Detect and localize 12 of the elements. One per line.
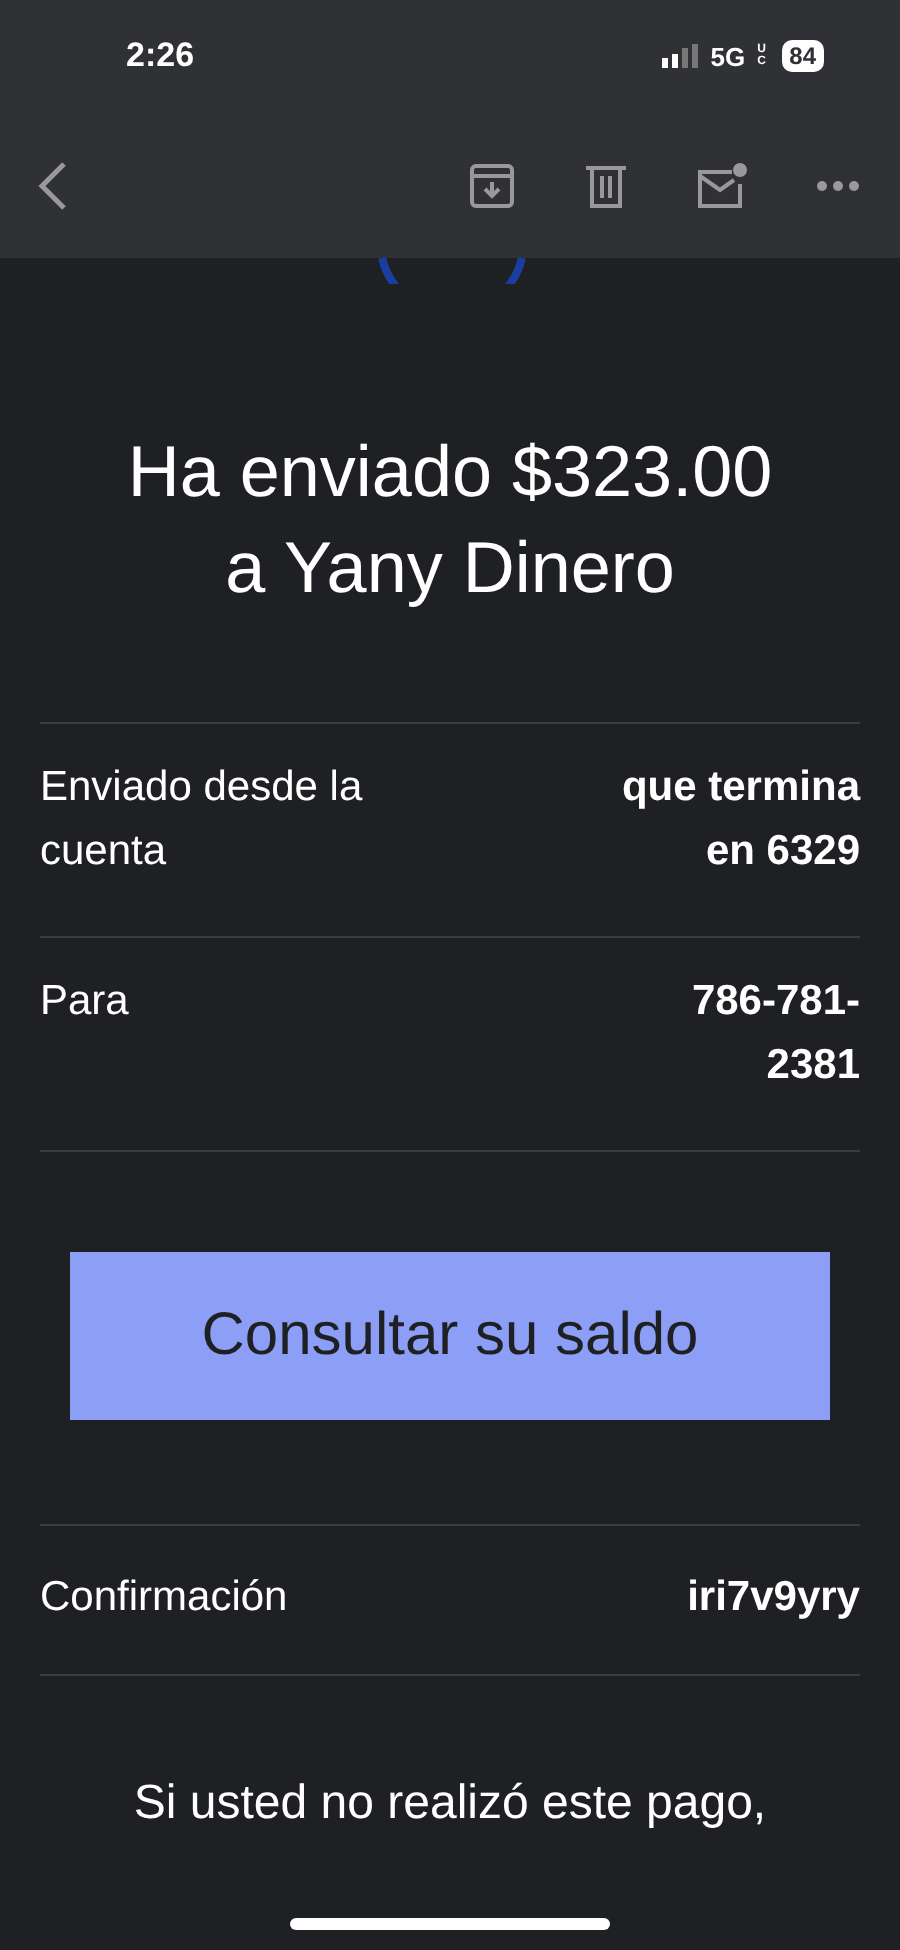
- detail-value: que termina en 6329: [619, 762, 860, 878]
- detail-label: Para: [40, 976, 129, 1028]
- detail-label: Enviado desde la cuenta: [40, 762, 365, 878]
- footer-text: Si usted no realizó este pago,: [131, 1776, 769, 1832]
- battery-level: 84: [781, 40, 824, 72]
- status-time: 2:26: [126, 36, 195, 76]
- confirmation-value: iri7v9yry: [687, 1572, 860, 1624]
- payment-title: Ha enviado $323.00 a Yany Dinero: [125, 428, 775, 612]
- balance-button[interactable]: Consultar su saldo: [70, 1252, 830, 1420]
- confirmation-label: Confirmación: [40, 1572, 288, 1624]
- detail-value: 786-781-2381: [689, 976, 860, 1092]
- network-label: 5G: [710, 41, 746, 71]
